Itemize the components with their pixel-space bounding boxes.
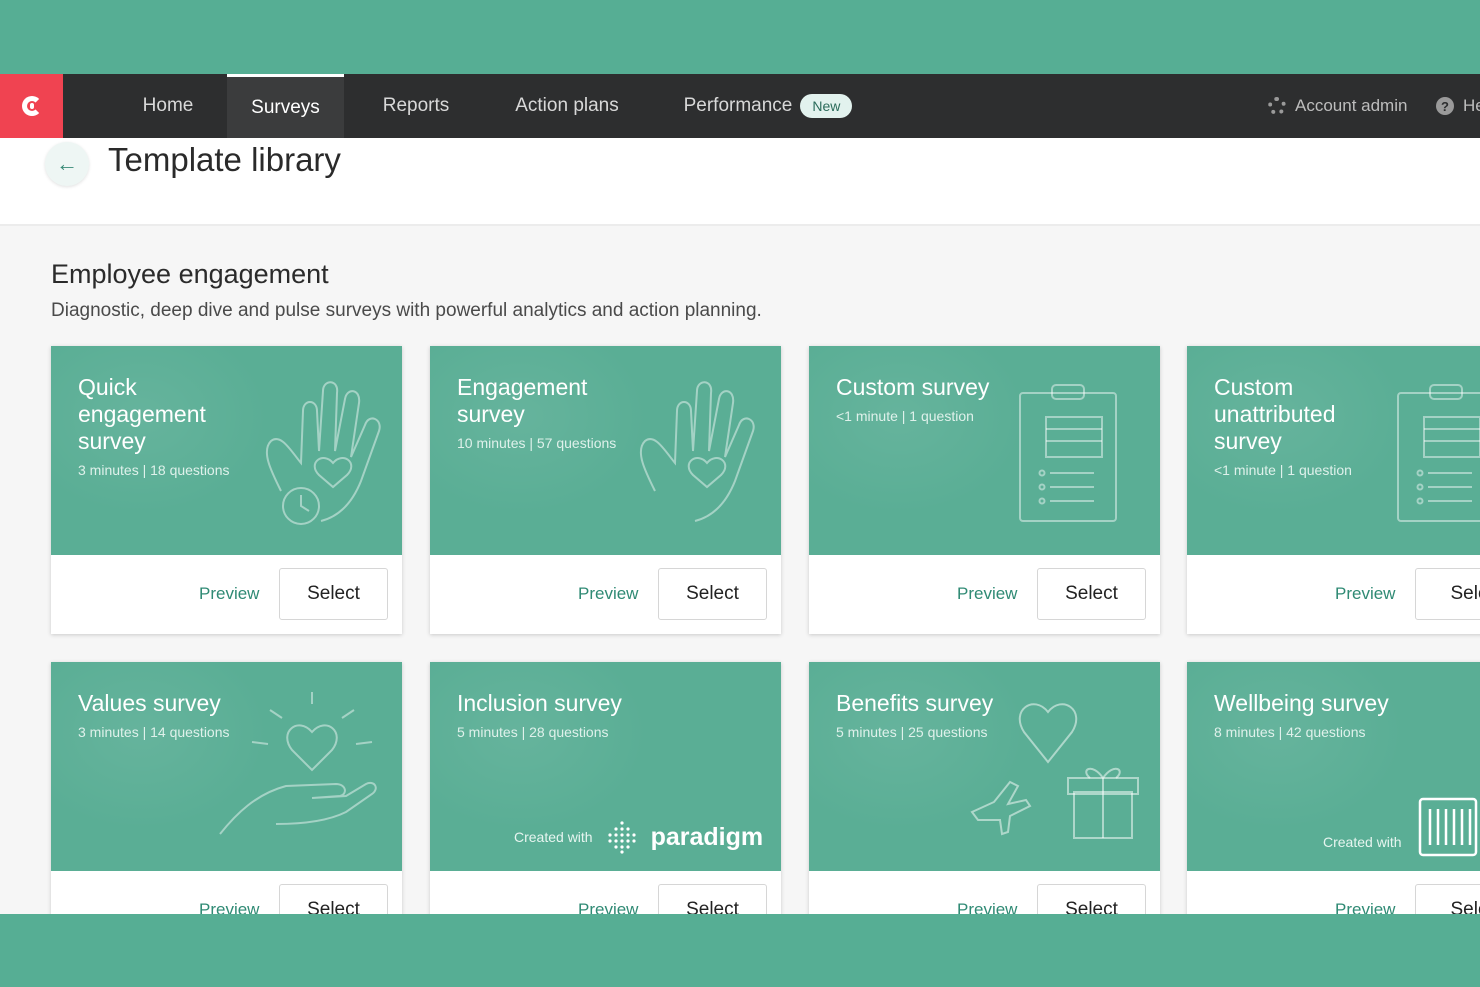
preview-link[interactable]: Preview: [957, 584, 1017, 604]
template-card-inclusion: Inclusion survey 5 minutes | 28 question…: [430, 662, 781, 914]
card-actions: Preview Sele: [1187, 871, 1480, 914]
select-button[interactable]: Select: [658, 568, 767, 620]
card-meta: 10 minutes | 57 questions: [457, 435, 617, 451]
paradigm-wordmark: paradigm: [650, 822, 764, 851]
template-card-custom-unattributed: Custom unattributed survey <1 minute | 1…: [1187, 346, 1480, 634]
card-title-text: Custom survey: [836, 374, 990, 400]
preview-link[interactable]: Preview: [199, 584, 259, 604]
card-title-text: Wellbeing survey: [1214, 690, 1389, 716]
clipboard-icon: [1019, 384, 1117, 522]
card-title-text: Custom unattributed survey: [1214, 374, 1336, 454]
logo[interactable]: [0, 74, 63, 138]
template-card-quick-engagement: Quick engagement survey 3 minutes | 18 q…: [51, 346, 402, 634]
hand-heart-icon: [639, 381, 755, 522]
arrow-left-icon: ←: [56, 151, 78, 176]
card-actions: Preview Sele: [1187, 555, 1480, 634]
nav-performance[interactable]: Performance New: [668, 74, 868, 138]
heart-in-hand-icon: [219, 692, 377, 835]
card-banner: Custom unattributed survey <1 minute | 1…: [1187, 346, 1480, 555]
clipboard-icon: [1397, 384, 1480, 522]
preview-link[interactable]: Preview: [1335, 584, 1395, 604]
gear-icon: [1268, 97, 1286, 115]
select-button[interactable]: Sele: [1415, 568, 1480, 620]
card-banner: Engagement survey 10 minutes | 57 questi…: [430, 346, 781, 555]
card-meta: 8 minutes | 42 questions: [1214, 724, 1366, 740]
select-button[interactable]: Select: [658, 884, 767, 914]
top-nav: Home Surveys Reports Action plans Perfor…: [0, 74, 1480, 138]
card-actions: Preview Select: [51, 555, 402, 634]
card-title: Custom survey <1 minute | 1 question: [836, 374, 1026, 425]
card-banner: Wellbeing survey 8 minutes | 42 question…: [1187, 662, 1480, 871]
card-meta: 3 minutes | 18 questions: [78, 462, 230, 478]
page-title: Template library: [108, 141, 341, 178]
heart-plane-gift-icon: [970, 703, 1139, 839]
card-banner: Quick engagement survey 3 minutes | 18 q…: [51, 346, 402, 555]
preview-link[interactable]: Preview: [578, 584, 638, 604]
preview-link[interactable]: Preview: [199, 900, 259, 914]
app-window: Home Surveys Reports Action plans Perfor…: [0, 74, 1480, 914]
back-button[interactable]: ←: [45, 142, 89, 186]
card-actions: Preview Select: [809, 871, 1160, 914]
card-actions: Preview Select: [430, 871, 781, 914]
card-title: Wellbeing survey 8 minutes | 42 question…: [1214, 690, 1404, 741]
help-icon: ?: [1436, 97, 1454, 115]
account-admin-link[interactable]: Account admin: [1268, 74, 1407, 138]
created-with-label: Created with paradigm: [514, 820, 763, 854]
nav-home[interactable]: Home: [120, 74, 216, 138]
section-description: Diagnostic, deep dive and pulse surveys …: [51, 300, 762, 321]
template-card-benefits: Benefits survey 5 minutes | 25 questions…: [809, 662, 1160, 914]
template-card-engagement: Engagement survey 10 minutes | 57 questi…: [430, 346, 781, 634]
new-badge: New: [800, 94, 853, 118]
card-title-text: Quick engagement survey: [78, 374, 206, 454]
card-title: Engagement survey 10 minutes | 57 questi…: [457, 374, 647, 452]
nav-performance-label: Performance: [683, 95, 793, 116]
hand-heart-clock-icon: [265, 381, 381, 525]
card-actions: Preview Select: [809, 555, 1160, 634]
card-title: Custom unattributed survey <1 minute | 1…: [1214, 374, 1404, 479]
account-admin-label: Account admin: [1295, 96, 1408, 115]
card-actions: Preview Select: [430, 555, 781, 634]
card-title: Inclusion survey 5 minutes | 28 question…: [457, 690, 647, 741]
card-title-text: Inclusion survey: [457, 690, 622, 716]
card-meta: <1 minute | 1 question: [1214, 462, 1352, 478]
section-title: Employee engagement: [51, 259, 329, 289]
help-label: He: [1463, 96, 1480, 115]
created-with-text: Created with: [1323, 834, 1402, 850]
select-button[interactable]: Select: [279, 884, 388, 914]
card-banner: Values survey 3 minutes | 14 questions: [51, 662, 402, 871]
select-button[interactable]: Select: [1037, 884, 1146, 914]
select-button[interactable]: Select: [1037, 568, 1146, 620]
card-title-text: Engagement survey: [457, 374, 588, 427]
card-title: Quick engagement survey 3 minutes | 18 q…: [78, 374, 268, 479]
preview-link[interactable]: Preview: [957, 900, 1017, 914]
nav-action-plans[interactable]: Action plans: [496, 74, 638, 138]
help-link[interactable]: ? He: [1436, 74, 1480, 138]
select-button[interactable]: Select: [279, 568, 388, 620]
template-card-custom: Custom survey <1 minute | 1 question Pre…: [809, 346, 1160, 634]
card-banner: Benefits survey 5 minutes | 25 questions: [809, 662, 1160, 871]
created-with-label: Created with: [1323, 834, 1402, 850]
logo-icon: [21, 96, 42, 116]
select-button[interactable]: Sele: [1415, 884, 1480, 914]
card-meta: <1 minute | 1 question: [836, 408, 974, 424]
partner-logo-icon: [1418, 797, 1478, 857]
card-banner: Custom survey <1 minute | 1 question: [809, 346, 1160, 555]
nav-reports[interactable]: Reports: [366, 74, 466, 138]
nav-surveys[interactable]: Surveys: [227, 74, 344, 138]
paradigm-logo-icon: [607, 821, 636, 854]
preview-link[interactable]: Preview: [578, 900, 638, 914]
card-actions: Preview Select: [51, 871, 402, 914]
card-banner: Inclusion survey 5 minutes | 28 question…: [430, 662, 781, 871]
template-card-wellbeing: Wellbeing survey 8 minutes | 42 question…: [1187, 662, 1480, 914]
page-header: ← Template library: [0, 138, 1480, 226]
template-card-values: Values survey 3 minutes | 14 questions P…: [51, 662, 402, 914]
created-with-text: Created with: [514, 829, 593, 845]
preview-link[interactable]: Preview: [1335, 900, 1395, 914]
card-meta: 5 minutes | 28 questions: [457, 724, 609, 740]
